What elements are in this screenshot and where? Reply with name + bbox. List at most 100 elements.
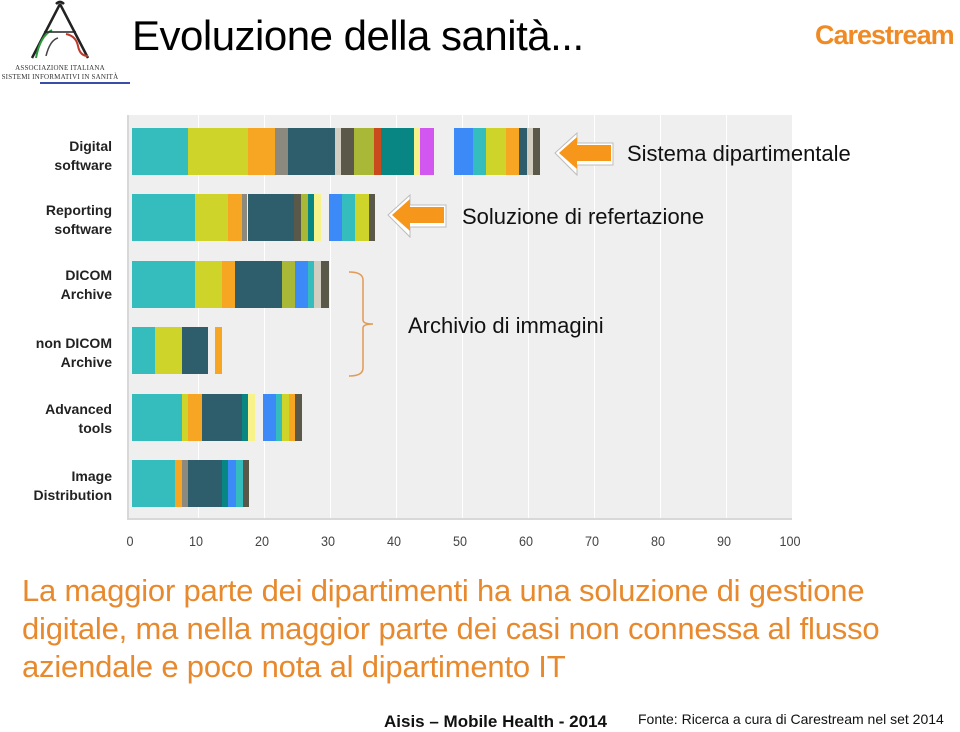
bar-gap (434, 128, 454, 175)
aisis-logo: ASSOCIAZIONE ITALIANA SISTEMI INFORMATIV… (0, 0, 120, 82)
category-label: DICOM Archive (0, 266, 112, 304)
bar-segment (262, 394, 276, 441)
bar-segment (532, 128, 540, 175)
x-tick-label: 30 (320, 533, 336, 549)
x-tick-label: 0 (126, 533, 134, 549)
bar-segment (314, 194, 322, 241)
bar-segment (188, 460, 223, 507)
bar-segment (132, 128, 189, 175)
bar-segment (368, 194, 375, 241)
bar-segment (201, 394, 243, 441)
page-title: Evoluzione della sanità... (132, 12, 584, 59)
x-tick-label: 20 (254, 533, 270, 549)
bar-segment (234, 261, 282, 308)
category-label: Advanced tools (0, 400, 112, 438)
bar-segment (182, 327, 208, 374)
gridline (660, 115, 661, 518)
bar-segment (321, 261, 329, 308)
bar-segment (247, 194, 294, 241)
gridline (396, 115, 397, 518)
x-tick-label: 80 (650, 533, 666, 549)
category-label: Digital software (0, 137, 112, 175)
bar-segment (275, 128, 289, 175)
arrow-left-icon (387, 193, 447, 239)
annotation-soluzione-refertazione: Soluzione di refertazione (462, 204, 705, 229)
bar-segment (340, 128, 355, 175)
bar-segment (194, 194, 228, 241)
x-tick-label: 100 (779, 533, 801, 549)
gridline (726, 115, 727, 518)
bar-segment (132, 460, 175, 507)
bar-segment (519, 128, 527, 175)
bar-segment (381, 128, 415, 175)
category-label-line: Advanced (45, 401, 112, 417)
arrow-left-icon (554, 131, 614, 177)
bar-segment (132, 394, 183, 441)
gridline (792, 115, 793, 518)
bar-segment (281, 261, 295, 308)
bar-segment (132, 261, 195, 308)
aisis-logo-line1: ASSOCIAZIONE ITALIANA (15, 64, 105, 72)
gridline (264, 115, 265, 518)
category-label-line: Archive (60, 354, 112, 370)
bar-segment (486, 128, 507, 175)
bar-segment (328, 194, 342, 241)
bar-gap (321, 194, 328, 241)
category-label-line: Digital (69, 138, 112, 154)
bar-segment (300, 194, 309, 241)
bar-segment (188, 128, 249, 175)
bar-segment (188, 394, 202, 441)
gridline (198, 115, 199, 518)
bar-segment (506, 128, 520, 175)
bar-gap (208, 327, 215, 374)
bar-gap (255, 394, 262, 441)
bar-segment (228, 460, 236, 507)
category-label: Image Distribution (0, 467, 112, 505)
bar-segment (293, 194, 301, 241)
bar-segment (235, 460, 243, 507)
bar-segment (314, 261, 322, 308)
bar-segment (155, 327, 183, 374)
category-label-line: non DICOM (35, 335, 112, 351)
bar-segment (227, 194, 242, 241)
bar-segment (248, 394, 256, 441)
bar-segment (242, 460, 249, 507)
bracket-icon (348, 271, 374, 377)
category-label-line: software (54, 221, 112, 237)
annotation-archivio-immagini: Archivio di immagini (408, 313, 604, 338)
bar-segment (295, 394, 303, 441)
aisis-triangle-icon (30, 0, 90, 59)
bar-segment (454, 128, 474, 175)
x-tick-label: 70 (584, 533, 600, 549)
bar-segment (132, 327, 156, 374)
x-tick-label: 50 (452, 533, 468, 549)
bar-segment (341, 194, 356, 241)
bar-segment (295, 261, 309, 308)
summary-text: La maggior parte dei dipartimenti ha una… (22, 573, 880, 684)
footer-source: Fonte: Ricerca a cura di Carestream nel … (638, 711, 944, 727)
bar-segment (473, 128, 487, 175)
bar-segment (132, 194, 195, 241)
bar-segment (248, 128, 276, 175)
category-label-line: Archive (60, 286, 112, 302)
annotation-sistema-dipartimentale: Sistema dipartimentale (627, 141, 851, 166)
bar-segment (174, 460, 183, 507)
category-label-line: Image (71, 468, 112, 484)
x-tick-label: 40 (386, 533, 402, 549)
x-tick-label: 10 (188, 533, 204, 549)
aisis-logo-line2: SISTEMI INFORMATIVI IN SANITÀ (1, 73, 119, 81)
bar-segment (374, 128, 382, 175)
category-label-line: Reporting (45, 202, 112, 218)
category-label-line: Distribution (33, 487, 112, 503)
header-divider (40, 82, 130, 84)
category-label: non DICOM Archive (0, 334, 112, 372)
carestream-logo: Carestream (815, 20, 955, 50)
x-tick-label: 90 (716, 533, 732, 549)
x-tick-label: 60 (518, 533, 534, 549)
footer-event: Aisis – Mobile Health - 2014 (384, 712, 607, 731)
bar-segment (420, 128, 435, 175)
bar-segment (215, 327, 223, 374)
category-label: Reporting software (0, 201, 112, 239)
bar-segment (354, 128, 375, 175)
category-label-line: DICOM (65, 267, 112, 283)
